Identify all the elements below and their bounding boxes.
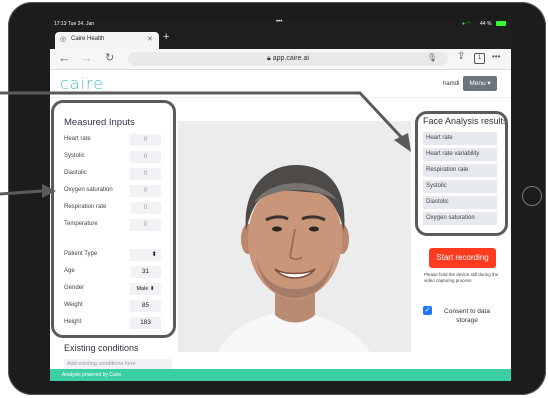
arrow-line-right bbox=[0, 91, 404, 140]
arrow-line-left bbox=[0, 189, 43, 196]
annotation-arrows bbox=[0, 91, 411, 198]
arrow-head-left bbox=[42, 184, 56, 198]
arrow-head-right bbox=[394, 133, 411, 152]
